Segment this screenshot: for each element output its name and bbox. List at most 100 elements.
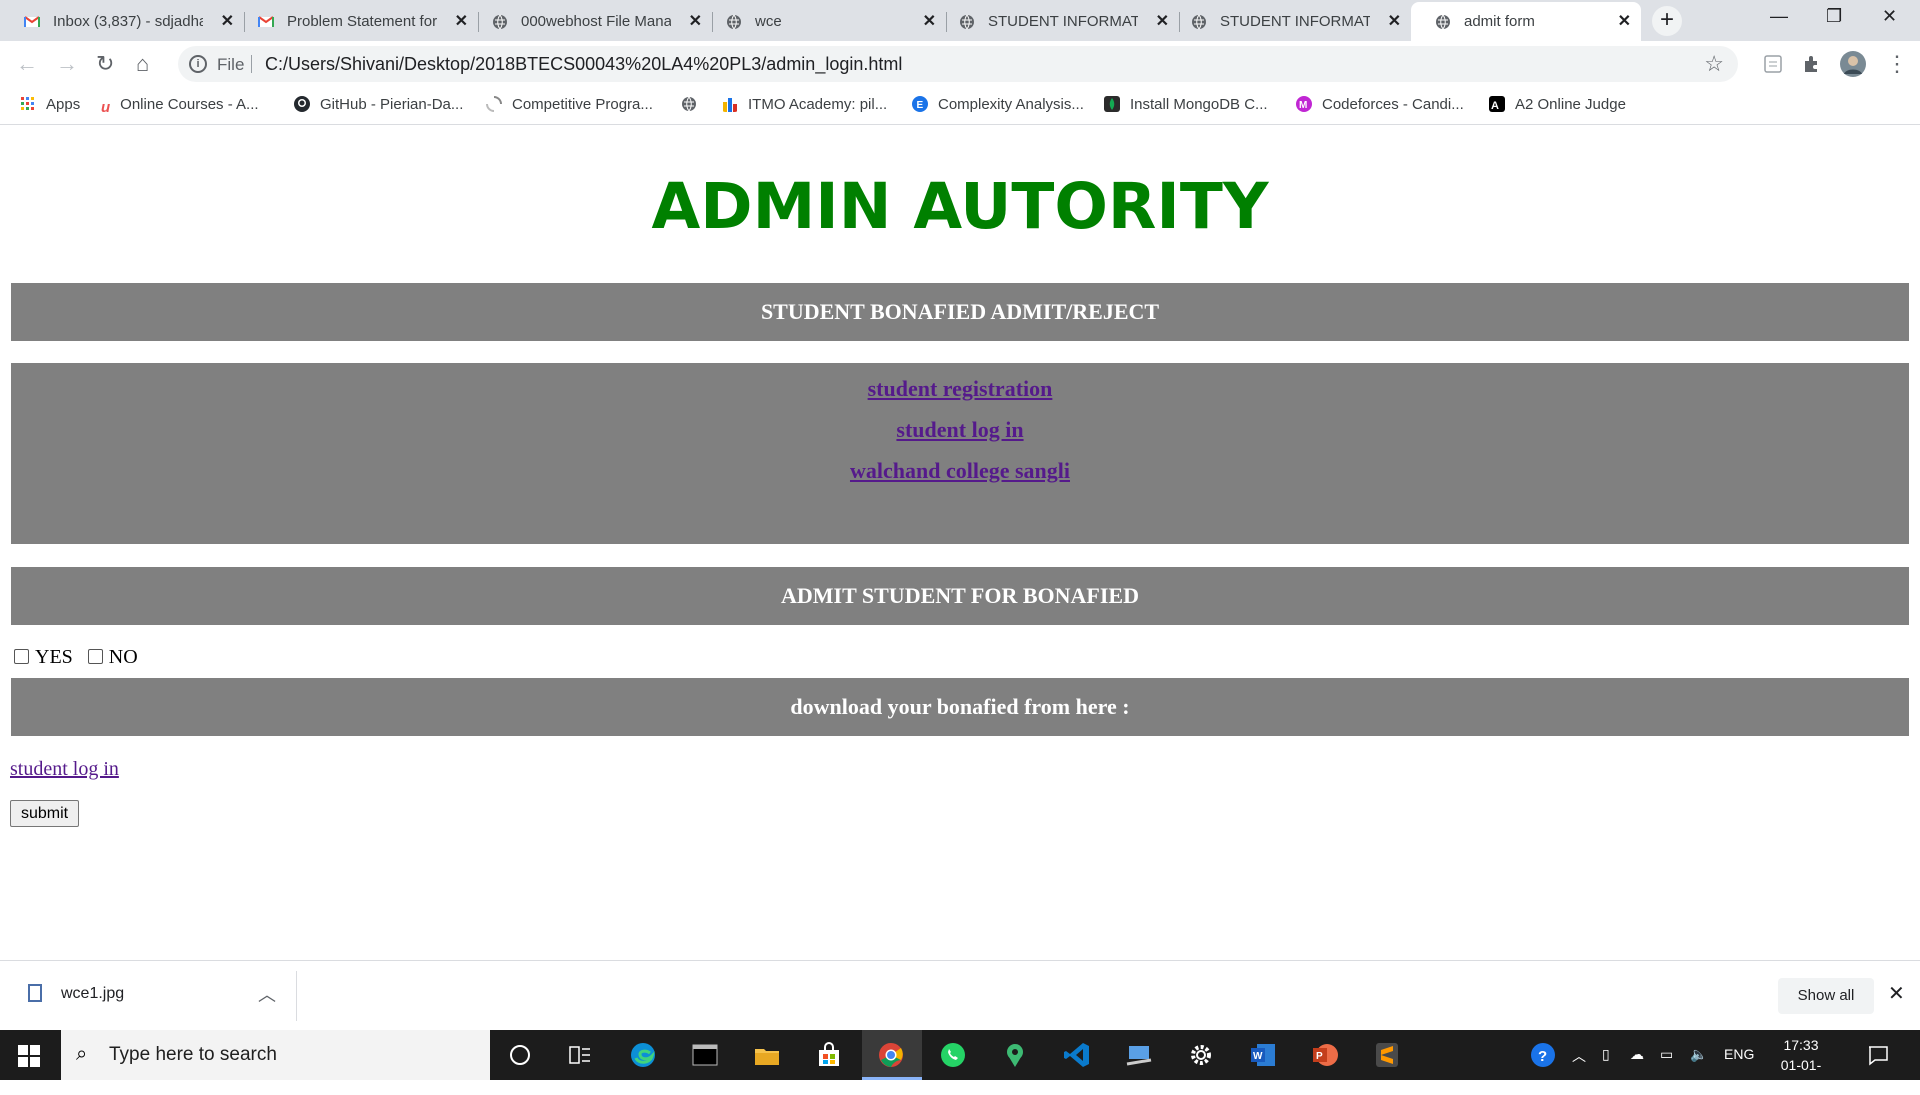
chrome-icon[interactable]	[876, 1040, 906, 1070]
volume-icon[interactable]: 🔈	[1690, 1046, 1707, 1063]
back-arrow-icon[interactable]: ←	[16, 51, 38, 77]
page-content: ADMIN AUTORITY STUDENT BONAFIED ADMIT/RE…	[0, 126, 1920, 960]
links-panel: student registration student log in walc…	[11, 363, 1909, 544]
link-student-log-in-plain[interactable]: student log in	[10, 758, 119, 781]
tab-student-information-1[interactable]: STUDENT INFORMATIO ✕	[935, 2, 1180, 41]
shelf-divider	[296, 971, 297, 1021]
window-close-icon[interactable]: ✕	[1882, 6, 1897, 27]
notifications-icon[interactable]	[1866, 1043, 1890, 1067]
device-icon[interactable]: ▯	[1602, 1046, 1610, 1063]
extensions-puzzle-icon[interactable]	[1801, 53, 1823, 75]
close-icon[interactable]: ✕	[689, 11, 702, 31]
submit-button[interactable]: submit	[10, 800, 79, 827]
close-icon[interactable]: ✕	[455, 11, 468, 31]
tab-student-information-2[interactable]: STUDENT INFORMATIO ✕	[1167, 2, 1411, 41]
bookmark-a2-online-judge[interactable]: A A2 Online Judge	[1489, 96, 1626, 113]
link-walchand-college-sangli[interactable]: walchand college sangli	[11, 458, 1909, 484]
edge-icon[interactable]	[628, 1040, 658, 1070]
link-student-log-in[interactable]: student log in	[11, 417, 1909, 443]
home-icon[interactable]: ⌂	[136, 51, 149, 77]
powerpoint-icon[interactable]: P	[1310, 1040, 1340, 1070]
reading-list-icon[interactable]	[1762, 53, 1784, 75]
sublime-text-icon[interactable]	[1372, 1040, 1402, 1070]
section-header-admit-reject: STUDENT BONAFIED ADMIT/REJECT	[11, 283, 1909, 341]
udemy-icon: u	[101, 99, 111, 116]
bookmark-github[interactable]: GitHub - Pierian-Da...	[294, 96, 463, 113]
reload-icon[interactable]: ↻	[96, 51, 114, 77]
bookmark-label: Codeforces - Candi...	[1322, 96, 1464, 113]
terminal-icon[interactable]	[690, 1040, 720, 1070]
bookmark-itmo-academy[interactable]: ITMO Academy: pil...	[722, 96, 887, 113]
taskbar-search[interactable]: ⌕ Type here to search	[61, 1030, 490, 1080]
bookmark-label: Competitive Progra...	[512, 96, 653, 113]
menu-dots-icon[interactable]: ⋮	[1886, 51, 1908, 77]
help-icon[interactable]: ?	[1530, 1042, 1556, 1068]
cortana-icon[interactable]	[505, 1040, 535, 1070]
section-header-download: download your bonafied from here :	[11, 678, 1909, 736]
scheme-label: File	[217, 55, 245, 74]
close-icon[interactable]: ✕	[1388, 11, 1401, 31]
windows-start-icon[interactable]	[18, 1045, 40, 1067]
bookmark-complexity-analysis[interactable]: E Complexity Analysis...	[912, 96, 1084, 113]
bookmark-label: Online Courses - A...	[120, 96, 259, 113]
new-tab-button[interactable]: +	[1652, 6, 1682, 36]
close-icon[interactable]: ✕	[1618, 11, 1631, 31]
bookmark-star-icon[interactable]: ☆	[1704, 51, 1724, 77]
tab-admit-form[interactable]: admit form ✕	[1411, 2, 1641, 41]
bookmark-online-courses[interactable]: u Online Courses - A...	[101, 96, 259, 116]
codeforces-icon	[723, 98, 737, 112]
bookmark-globe[interactable]	[681, 96, 707, 113]
tab-problem-statement[interactable]: Problem Statement for ✕	[234, 2, 479, 41]
onedrive-cloud-icon[interactable]: ☁	[1630, 1046, 1644, 1063]
forward-arrow-icon[interactable]: →	[56, 51, 78, 77]
bookmark-codeforces-candidate[interactable]: M Codeforces - Candi...	[1296, 96, 1464, 113]
shelf-close-icon[interactable]: ✕	[1888, 981, 1905, 1006]
mongodb-icon	[1104, 96, 1120, 112]
file-explorer-icon[interactable]	[752, 1040, 782, 1070]
link-student-registration[interactable]: student registration	[11, 376, 1909, 402]
store-icon[interactable]	[814, 1040, 844, 1070]
maps-icon[interactable]	[1000, 1040, 1030, 1070]
section-header-admit-student: ADMIT STUDENT FOR BONAFIED	[11, 567, 1909, 625]
profile-avatar[interactable]	[1840, 51, 1866, 77]
chevron-up-icon[interactable]: ︿	[258, 981, 276, 1007]
close-icon[interactable]: ✕	[221, 11, 234, 31]
bookmark-install-mongodb[interactable]: Install MongoDB C...	[1104, 96, 1268, 113]
battery-icon[interactable]: ▭	[1660, 1046, 1673, 1063]
gmail-icon	[24, 16, 40, 27]
apps-grid-icon	[21, 97, 34, 110]
vscode-icon[interactable]	[1062, 1040, 1092, 1070]
bookmark-competitive-programming[interactable]: Competitive Progra...	[486, 96, 653, 113]
whatsapp-icon[interactable]	[938, 1040, 968, 1070]
chevron-up-icon[interactable]: ︿	[1572, 1046, 1586, 1066]
download-shelf: wce1.jpg ︿ Show all ✕	[0, 960, 1920, 1030]
address-bar[interactable]: i File C:/Users/Shivani/Desktop/2018BTEC…	[178, 46, 1738, 82]
close-icon[interactable]: ✕	[923, 11, 936, 31]
tab-inbox[interactable]: Inbox (3,837) - sdjadha ✕	[0, 2, 245, 41]
download-filename[interactable]: wce1.jpg	[61, 985, 124, 1003]
tab-000webhost[interactable]: 000webhost File Manag ✕	[468, 2, 713, 41]
word-icon[interactable]: W	[1248, 1040, 1278, 1070]
show-all-button[interactable]: Show all	[1778, 978, 1874, 1014]
svg-text:?: ?	[1538, 1048, 1547, 1065]
clock[interactable]: 17:33 01-01-2021	[1766, 1035, 1836, 1095]
tab-wce[interactable]: wce ✕	[702, 2, 947, 41]
url-text[interactable]: C:/Users/Shivani/Desktop/2018BTECS00043%…	[265, 54, 902, 75]
globe-icon	[493, 14, 507, 30]
no-checkbox[interactable]	[87, 649, 103, 664]
address-divider	[251, 55, 252, 73]
globe-icon	[1436, 14, 1450, 30]
minimize-icon[interactable]: —	[1770, 6, 1788, 27]
yes-checkbox[interactable]	[14, 649, 29, 664]
task-view-icon[interactable]	[565, 1040, 595, 1070]
bookmark-label: GitHub - Pierian-Da...	[320, 96, 464, 113]
remote-desktop-icon[interactable]	[1124, 1040, 1154, 1070]
tab-title: STUDENT INFORMATIO	[1220, 13, 1370, 30]
info-icon[interactable]: i	[189, 55, 207, 73]
bookmark-apps[interactable]: Apps	[20, 96, 80, 113]
globe-icon	[727, 14, 741, 30]
settings-gear-icon[interactable]	[1186, 1040, 1216, 1070]
github-icon	[294, 96, 310, 112]
language-indicator[interactable]: ENG	[1724, 1046, 1754, 1062]
restore-icon[interactable]: ❐	[1826, 6, 1842, 27]
